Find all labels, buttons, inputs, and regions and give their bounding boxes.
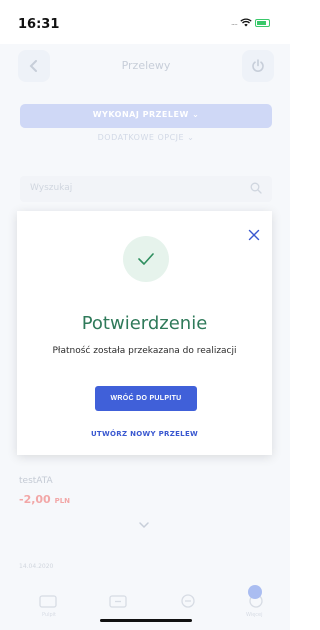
notification-badge — [248, 585, 262, 599]
check-icon — [138, 253, 154, 265]
transaction-amount-value: -2,00 — [19, 493, 51, 506]
transaction-amount: -2,00 PLN — [19, 493, 70, 506]
transfer-icon[interactable] — [107, 593, 129, 609]
transaction-name: testATA — [19, 476, 53, 486]
chevron-down-icon[interactable] — [137, 520, 151, 530]
logout-button[interactable] — [242, 50, 274, 82]
status-icons: .... — [231, 18, 270, 27]
more-icon[interactable] — [177, 593, 199, 609]
chevron-down-icon: ⌄ — [192, 110, 200, 119]
signal-indicator: .... — [230, 18, 238, 27]
back-button[interactable] — [18, 50, 50, 82]
wifi-icon — [240, 18, 252, 27]
dialog-message: Płatność została przekazana do realizacj… — [52, 346, 237, 356]
dialog-title: Potwierdzenie — [81, 313, 208, 334]
make-transfer-label: WYKONAJ PRZELEW — [92, 110, 189, 119]
search-placeholder: Wyszukaj — [30, 183, 73, 193]
make-transfer-button[interactable]: WYKONAJ PRZELEW ⌄ — [20, 104, 272, 128]
search-icon — [250, 182, 262, 194]
success-badge — [123, 236, 169, 282]
back-to-dashboard-button[interactable]: WRÓĆ DO PULPITU — [95, 386, 197, 411]
status-time: 16:31 — [18, 17, 60, 32]
search-input[interactable]: Wyszukaj — [20, 176, 272, 202]
chevron-left-icon — [29, 60, 37, 72]
status-bar: 16:31 .... — [0, 0, 290, 44]
transaction-date: 14.04.2020 — [19, 563, 54, 570]
home-indicator — [100, 619, 192, 622]
tab-dashboard-label: Pulpit — [42, 612, 57, 618]
battery-icon — [255, 18, 270, 27]
confirmation-dialog: Potwierdzenie Płatność została przekazan… — [17, 211, 272, 455]
tab-more-label: Więcej — [246, 612, 263, 618]
additional-options-label: DODATKOWE OPCJE — [97, 133, 185, 142]
bottom-tab-bar: Pulpit Więcej — [0, 588, 290, 630]
back-to-dashboard-label: WRÓĆ DO PULPITU — [110, 395, 182, 402]
additional-options-toggle[interactable]: DODATKOWE OPCJE ⌄ — [20, 133, 272, 142]
new-transfer-link[interactable]: UTWÓRZ NOWY PRZELEW — [17, 430, 272, 438]
close-icon[interactable] — [248, 229, 260, 241]
page-title: Przelewy — [121, 59, 171, 72]
wallet-icon[interactable] — [37, 593, 59, 609]
power-icon — [252, 59, 264, 72]
chevron-down-icon: ⌄ — [187, 133, 195, 142]
top-bar: Przelewy — [18, 50, 274, 84]
transaction-currency: PLN — [54, 497, 71, 505]
